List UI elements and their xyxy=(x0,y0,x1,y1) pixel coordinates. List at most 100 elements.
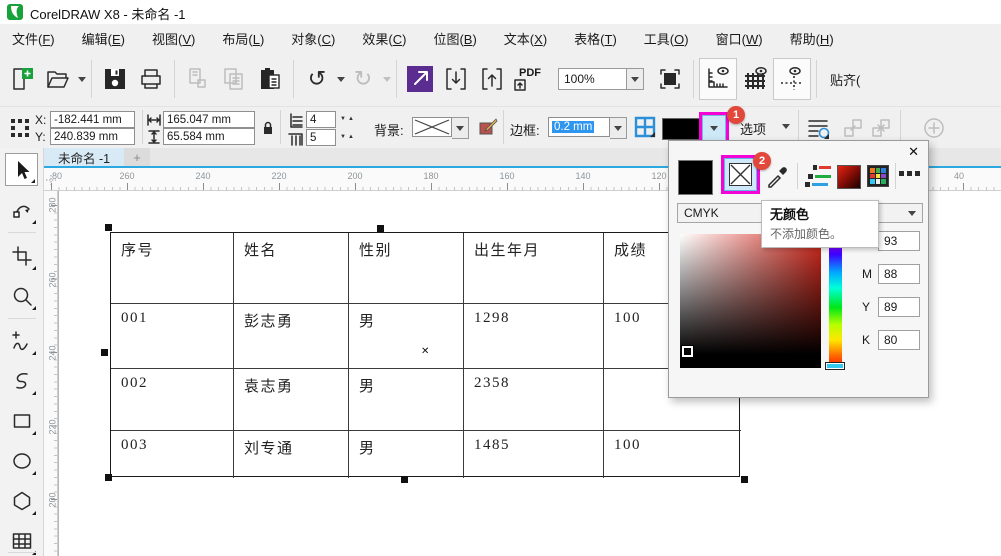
unlink-tables-icon[interactable] xyxy=(870,117,892,139)
magenta-field[interactable]: 88 xyxy=(878,264,920,284)
hue-slider-handle[interactable] xyxy=(825,362,845,370)
selection-center-marker[interactable]: ✕ xyxy=(421,346,429,357)
pick-tool[interactable] xyxy=(5,153,38,186)
snap-to-dropdown[interactable]: 贴齐( xyxy=(830,70,860,89)
bspline-tool[interactable] xyxy=(5,364,38,397)
color-marker[interactable] xyxy=(682,346,693,357)
color-sliders-icon[interactable] xyxy=(805,165,831,187)
hue-strip[interactable] xyxy=(829,236,842,366)
y-position-field[interactable]: 240.839 mm xyxy=(50,128,135,145)
table-cell[interactable]: 1298 xyxy=(464,304,604,369)
black-field[interactable]: 80 xyxy=(878,330,920,350)
save-button[interactable] xyxy=(97,59,133,99)
selection-handle[interactable] xyxy=(741,476,748,483)
x-position-field[interactable]: -182.441 mm xyxy=(50,111,135,128)
menu-layout[interactable]: 布局(L) xyxy=(222,29,264,48)
redo-dropdown-arrow[interactable] xyxy=(383,76,391,82)
object-width-field[interactable]: 165.047 mm xyxy=(163,111,255,128)
table-cell[interactable]: 性别 xyxy=(349,233,464,304)
menu-tools[interactable]: 工具(O) xyxy=(644,29,689,48)
menu-view[interactable]: 视图(V) xyxy=(152,29,195,48)
ruler-origin-icon[interactable] xyxy=(44,170,58,190)
table-cell[interactable]: 2358 xyxy=(464,369,604,431)
import-button[interactable] xyxy=(438,59,474,99)
lock-ratio-icon[interactable] xyxy=(262,121,274,135)
menu-edit[interactable]: 编辑(E) xyxy=(82,29,125,48)
eyedropper-icon[interactable] xyxy=(765,163,791,189)
table-rows-field[interactable]: 4 xyxy=(306,111,336,128)
menu-bitmaps[interactable]: 位图(B) xyxy=(433,29,476,48)
no-color-button[interactable] xyxy=(721,155,760,194)
object-height-field[interactable]: 65.584 mm xyxy=(163,128,255,145)
rows-spinner[interactable]: ▼▲ xyxy=(340,116,356,122)
table-cell[interactable]: 男 xyxy=(349,304,464,369)
border-width-field[interactable]: 0.2 mm xyxy=(548,117,610,137)
table-cell[interactable]: 序号 xyxy=(111,233,234,304)
paste-button[interactable] xyxy=(252,59,288,99)
table-columns-field[interactable]: 5 xyxy=(306,129,336,146)
crop-tool[interactable] xyxy=(5,239,38,272)
menu-text[interactable]: 文本(X) xyxy=(504,29,547,48)
table-cell[interactable]: 100 xyxy=(604,431,741,478)
selection-handle[interactable] xyxy=(377,225,384,232)
publish-pdf-button[interactable]: PDF xyxy=(510,59,550,99)
current-color-swatch[interactable] xyxy=(678,160,713,195)
table-cell[interactable]: 袁志勇 xyxy=(234,369,349,431)
fullscreen-preview-button[interactable] xyxy=(652,59,688,99)
rectangle-tool[interactable] xyxy=(5,404,38,437)
zoom-level-combobox[interactable]: 100% xyxy=(558,68,627,90)
print-button[interactable] xyxy=(133,59,169,99)
menu-table[interactable]: 表格(T) xyxy=(574,29,617,48)
border-selection-icon[interactable] xyxy=(634,116,656,138)
search-content-button[interactable] xyxy=(402,59,438,99)
selection-handle[interactable] xyxy=(105,474,112,481)
show-grid-button[interactable] xyxy=(737,59,773,99)
table-cell[interactable]: 男 xyxy=(349,431,464,478)
options-button[interactable]: 选项 xyxy=(740,119,766,138)
table-cell[interactable]: 003 xyxy=(111,431,234,478)
open-dropdown-arrow[interactable] xyxy=(78,76,86,82)
polygon-tool[interactable] xyxy=(5,484,38,517)
background-fill-dropdown[interactable] xyxy=(452,117,469,139)
menu-window[interactable]: 窗口(W) xyxy=(716,29,763,48)
menu-object[interactable]: 对象(C) xyxy=(291,29,335,48)
add-circle-icon[interactable] xyxy=(922,116,946,140)
zoom-tool[interactable] xyxy=(5,279,38,312)
export-button[interactable] xyxy=(474,59,510,99)
color-palettes-icon[interactable] xyxy=(867,165,889,187)
cyan-field[interactable]: 93 xyxy=(878,231,920,251)
edit-fill-icon[interactable] xyxy=(478,117,498,137)
open-button[interactable] xyxy=(40,59,76,99)
more-options-icon[interactable] xyxy=(899,171,920,176)
table-cell[interactable]: 002 xyxy=(111,369,234,431)
new-document-button[interactable] xyxy=(4,59,40,99)
show-guidelines-button[interactable] xyxy=(773,58,811,100)
border-width-dropdown[interactable] xyxy=(610,117,627,139)
vertical-ruler[interactable]: 280 260 240 220 200 xyxy=(44,191,58,556)
shape-tool[interactable] xyxy=(5,193,38,226)
table-cell[interactable]: 001 xyxy=(111,304,234,369)
options-dropdown-arrow[interactable] xyxy=(782,124,790,129)
table-cell[interactable]: 男 xyxy=(349,369,464,431)
selection-handle[interactable] xyxy=(105,224,112,231)
menu-help[interactable]: 帮助(H) xyxy=(790,29,834,48)
table-cell[interactable]: 刘专通 xyxy=(234,431,349,478)
menu-effects[interactable]: 效果(C) xyxy=(362,29,406,48)
undo-dropdown-arrow[interactable] xyxy=(337,76,345,82)
table-cell[interactable]: 1485 xyxy=(464,431,604,478)
freehand-tool[interactable] xyxy=(5,324,38,357)
show-rulers-button[interactable] xyxy=(699,58,737,100)
zoom-level-dropdown-arrow[interactable] xyxy=(627,68,644,90)
link-tables-icon[interactable] xyxy=(842,117,864,139)
undo-button[interactable]: ↺ xyxy=(299,59,335,99)
outline-color-dropdown-arrow[interactable] xyxy=(699,112,729,145)
selection-handle[interactable] xyxy=(101,349,108,356)
background-fill-swatch[interactable] xyxy=(412,117,452,137)
outline-color-swatch[interactable] xyxy=(662,118,702,140)
yellow-field[interactable]: 89 xyxy=(878,297,920,317)
ellipse-tool[interactable] xyxy=(5,444,38,477)
redo-button[interactable]: ↻ xyxy=(345,59,381,99)
menu-file[interactable]: 文件(F) xyxy=(12,29,55,48)
color-viewers-icon[interactable] xyxy=(837,165,861,189)
selection-handle[interactable] xyxy=(401,476,408,483)
